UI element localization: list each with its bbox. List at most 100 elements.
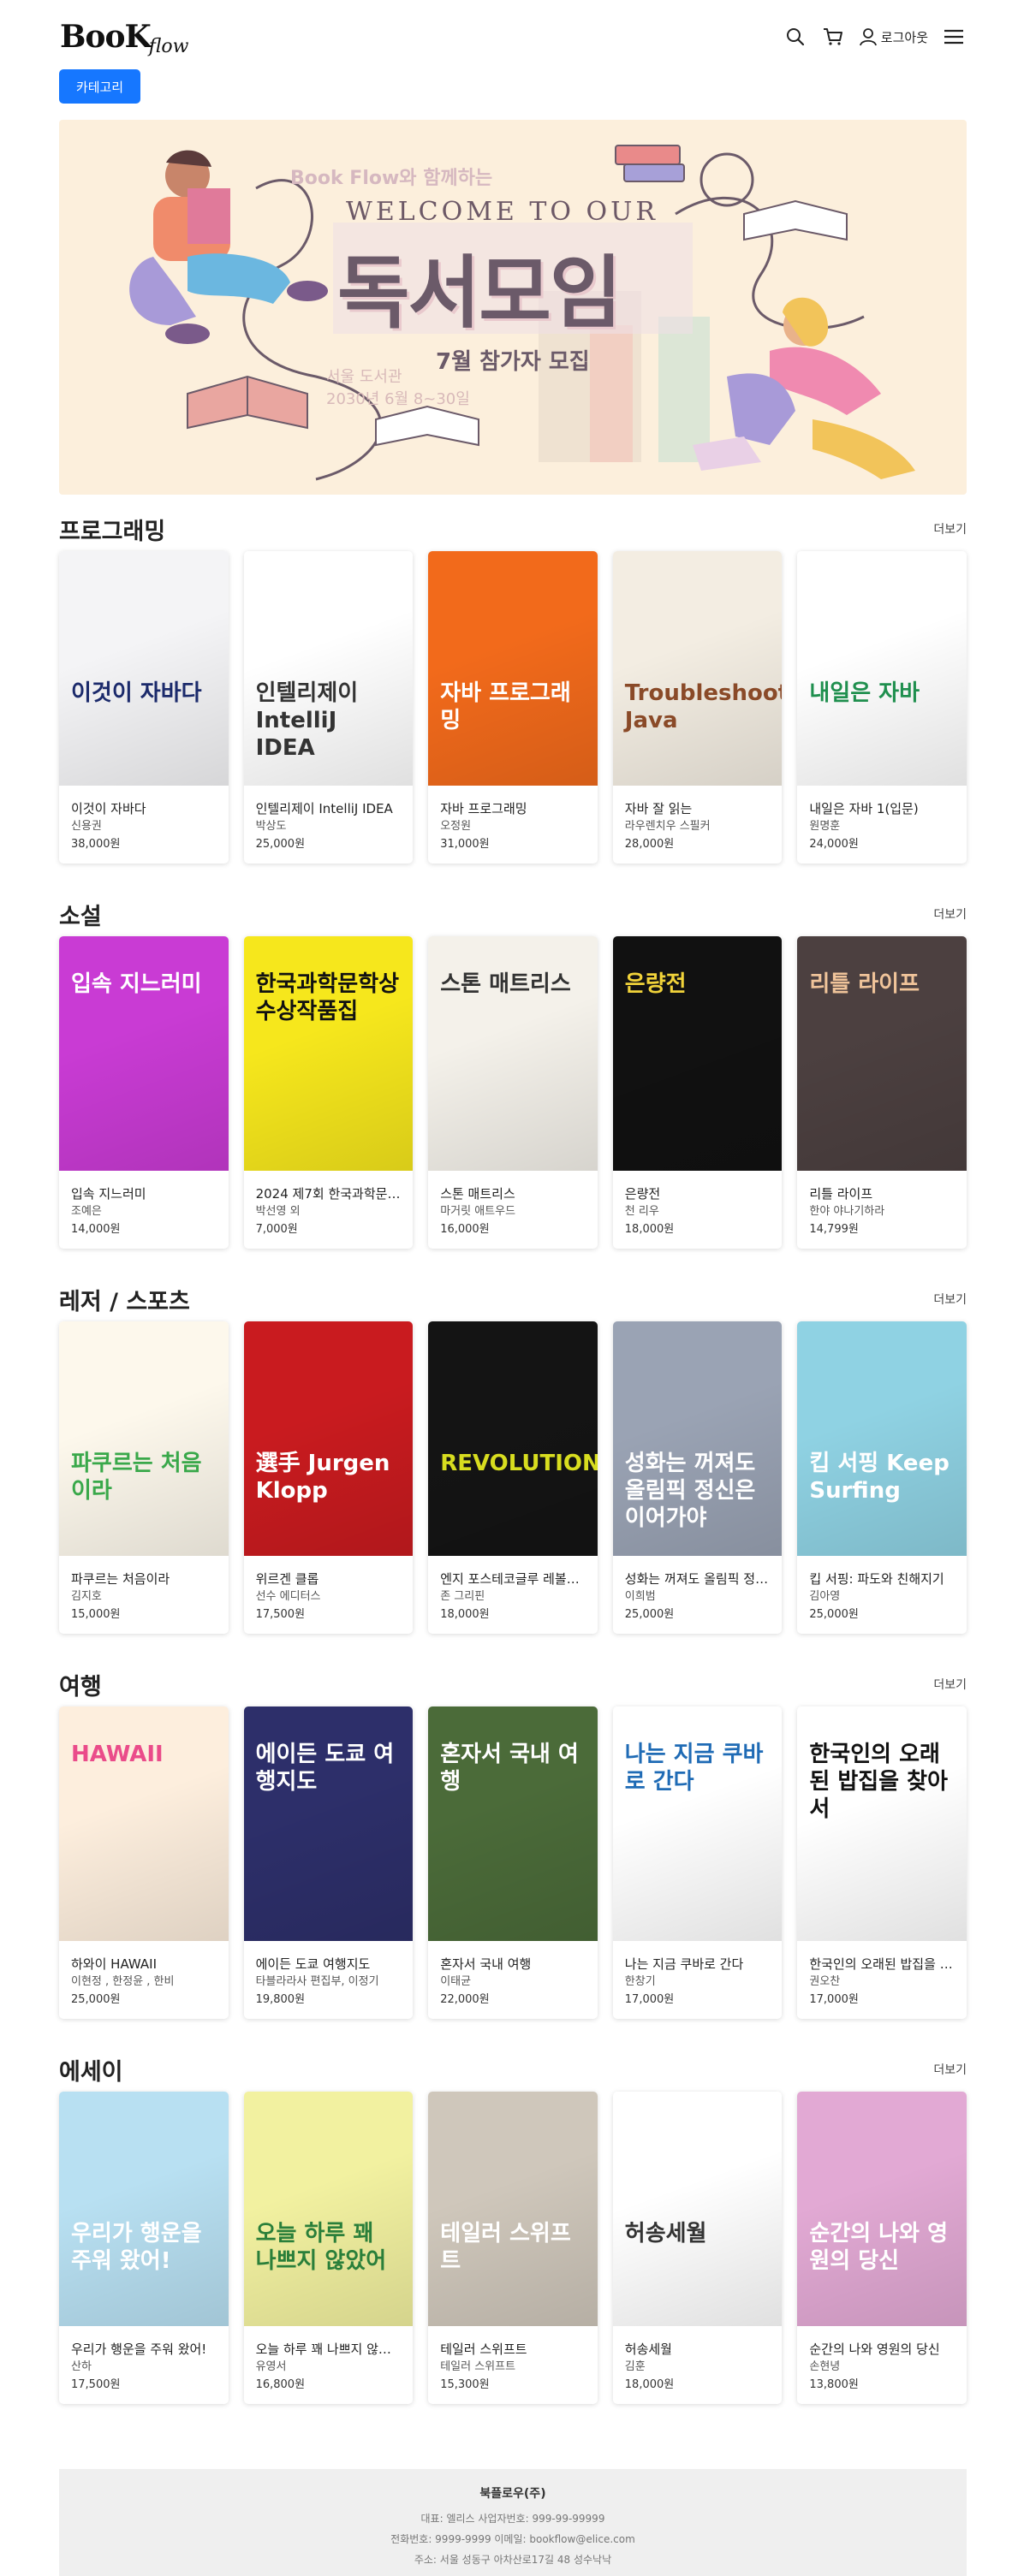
book-title: 입속 지느러미 bbox=[71, 1186, 146, 1202]
search-icon[interactable] bbox=[783, 25, 807, 49]
book-card[interactable]: 한국인의 오래된 밥집을 찾아서한국인의 오래된 밥집을 찾아서권오찬17,00… bbox=[797, 1706, 967, 2019]
logo[interactable]: BooK flow bbox=[60, 19, 189, 57]
book-card[interactable]: 자바 프로그래밍 자바 프로그래밍 오정원 31,000원 bbox=[428, 551, 598, 864]
section-programming: 프로그래밍 더보기 이것이 자바다 이것이 자바다 신용권 38,000원 인텔리제이 In… bbox=[59, 512, 967, 864]
cover-title-text: 우리가 행운을 주워 왔어! bbox=[71, 2221, 202, 2274]
book-price: 17,000원 bbox=[809, 1993, 859, 2006]
cover-title-text: 인텔리제이 IntelliJ IDEA bbox=[255, 680, 359, 761]
book-price: 25,000원 bbox=[255, 838, 306, 851]
book-author: 마거릿 애트우드 bbox=[440, 1205, 516, 1218]
section-essay: 에세이 더보기 우리가 행운을 주워 왔어! 우리가 행운을 주워 왔어! 산하 17,5… bbox=[59, 2052, 967, 2404]
category-button[interactable]: 카테고리 bbox=[59, 69, 140, 104]
menu-icon[interactable] bbox=[942, 25, 966, 49]
book-cover: REVOLUTION bbox=[428, 1321, 598, 1556]
logo-sub-text: flow bbox=[148, 36, 189, 57]
book-info: 자바 프로그래밍 오정원 31,000원 bbox=[428, 786, 598, 854]
cover-shade bbox=[428, 551, 598, 786]
book-cover: 입속 지느러미 bbox=[59, 936, 229, 1171]
book-author: 김지호 bbox=[71, 1590, 102, 1603]
book-author: 타블라라사 편집부, 이정기 bbox=[255, 1975, 379, 1988]
more-link[interactable]: 더보기 bbox=[933, 2061, 967, 2078]
more-link[interactable]: 더보기 bbox=[933, 1291, 967, 1308]
book-info: 입속 지느러미 조예은 14,000원 bbox=[59, 1171, 229, 1239]
book-list: 이것이 자바다 이것이 자바다 신용권 38,000원 인텔리제이 IntelliJ I… bbox=[59, 551, 967, 864]
cover-title-text: 킵 서핑 Keep Surfing bbox=[809, 1451, 949, 1504]
book-author: 유영서 bbox=[255, 2360, 287, 2373]
more-link[interactable]: 더보기 bbox=[933, 1676, 967, 1693]
user-icon bbox=[859, 28, 877, 46]
book-info: 은량전 천 리우 18,000원 bbox=[613, 1171, 783, 1239]
book-card[interactable]: 리틀 라이프 리틀 라이프 한야 야나기하라 14,799원 bbox=[797, 936, 967, 1249]
section-header: 프로그래밍 더보기 bbox=[59, 512, 967, 546]
cover-title-text: 오늘 하루 꽤 나쁘지 않았어 bbox=[255, 2221, 387, 2274]
book-author: 천 리우 bbox=[624, 1205, 659, 1218]
book-price: 13,800원 bbox=[809, 2378, 859, 2391]
book-cover: 허송세월 bbox=[612, 2092, 783, 2326]
section-title: 에세이 bbox=[59, 2058, 123, 2086]
book-card[interactable]: 파쿠르는 처음이라 파쿠르는 처음이라 김지호 15,000원 bbox=[59, 1321, 229, 1634]
book-cover: 나는 지금 쿠바로 간다 bbox=[612, 1706, 783, 1941]
book-card[interactable]: Troubleshooting Java 자바 잘 읽는라우렌치우 스필커 28,0… bbox=[612, 551, 783, 864]
book-card[interactable]: 테일러 스위프트 테일러 스위프트 테일러 스위프트 15,300원 bbox=[428, 2092, 598, 2404]
book-cover: 자바 프로그래밍 bbox=[428, 551, 598, 786]
book-title: 나는 지금 쿠바로 간다 bbox=[624, 1956, 744, 1972]
banner-welcome: WELCOME TO OUR bbox=[346, 197, 658, 227]
book-card[interactable]: 은량전은량전 천 리우 18,000원 bbox=[612, 936, 783, 1249]
cover-title-text: REVOLUTION bbox=[440, 1451, 598, 1476]
book-title: 리틀 라이프 bbox=[809, 1186, 873, 1202]
book-info: 2024 제7회 한국과학문학상 수상작품집박선영 외 7,000원 bbox=[244, 1171, 414, 1239]
book-card[interactable]: 나는 지금 쿠바로 간다 나는 지금 쿠바로 간다 한창기 17,000원 bbox=[612, 1706, 783, 2019]
book-card[interactable]: 내일은 자바 내일은 자바 1(입문) 원명훈 24,000원 bbox=[797, 551, 967, 864]
book-card[interactable]: 選手 Jurgen Klopp 위르겐 클롭 선수 에디터스 17,500원 bbox=[243, 1321, 414, 1634]
book-price: 25,000원 bbox=[624, 1608, 675, 1621]
book-card[interactable]: 우리가 행운을 주워 왔어! 우리가 행운을 주워 왔어! 산하 17,500원 bbox=[59, 2092, 229, 2404]
more-link[interactable]: 더보기 bbox=[933, 905, 967, 923]
cover-title-text: 은량전 bbox=[624, 971, 687, 997]
logout-button[interactable]: 로그아웃 bbox=[859, 27, 928, 46]
book-card[interactable]: REVOLUTION 엔지 포스테코글루 레볼루션 존 그리핀 18,000원 bbox=[428, 1321, 598, 1634]
hero-banner[interactable]: Book Flow와 함께하는 WELCOME TO OUR 독서모임 7월 참… bbox=[59, 120, 967, 495]
book-title: 내일은 자바 1(입문) bbox=[809, 801, 919, 816]
book-price: 28,000원 bbox=[624, 838, 675, 851]
book-cover: 순간의 나와 영원의 당신 bbox=[797, 2092, 967, 2326]
book-card[interactable]: 오늘 하루 꽤 나쁘지 않았어 오늘 하루 꽤 나쁘지 않았어 유영서 16,800원 bbox=[243, 2092, 414, 2404]
book-card[interactable]: 에이든 도쿄 여행지도 에이든 도쿄 여행지도 타블라라사 편집부, 이정기 19,8… bbox=[243, 1706, 414, 2019]
cover-title-text: 리틀 라이프 bbox=[809, 971, 920, 997]
book-card[interactable]: 입속 지느러미 입속 지느러미 조예은 14,000원 bbox=[59, 936, 229, 1249]
book-card[interactable]: 이것이 자바다 이것이 자바다 신용권 38,000원 bbox=[59, 551, 229, 864]
book-cover: 은량전 bbox=[612, 936, 783, 1171]
book-card[interactable]: 킵 서핑 Keep Surfing 킵 서핑: 파도와 친해지기 김아영 25,000… bbox=[797, 1321, 967, 1634]
book-author: 라우렌치우 스필커 bbox=[624, 820, 711, 833]
book-info: 성화는 꺼져도 올림픽 정신은 이어가야이희범 25,000원 bbox=[613, 1556, 783, 1624]
more-link[interactable]: 더보기 bbox=[933, 520, 967, 537]
book-author: 이현정 , 한정윤 , 한비 bbox=[71, 1975, 175, 1988]
book-price: 15,000원 bbox=[71, 1608, 121, 1621]
section-title: 소설 bbox=[59, 903, 102, 930]
cart-icon[interactable] bbox=[821, 25, 845, 49]
book-card[interactable]: 허송세월 허송세월 김훈 18,000원 bbox=[612, 2092, 783, 2404]
book-info: 나는 지금 쿠바로 간다 한창기 17,000원 bbox=[613, 1941, 783, 2009]
book-price: 22,000원 bbox=[440, 1993, 490, 2006]
cover-title-text: 이것이 자바다 bbox=[71, 680, 202, 706]
book-title: 자바 잘 읽는 bbox=[624, 801, 693, 816]
book-card[interactable]: 한국과학문학상 수상작품집 2024 제7회 한국과학문학상 수상작품집박선영 외… bbox=[243, 936, 414, 1249]
cover-shade bbox=[797, 2092, 967, 2326]
book-title: 파쿠르는 처음이라 bbox=[71, 1571, 170, 1587]
logout-label: 로그아웃 bbox=[880, 29, 928, 45]
book-price: 24,000원 bbox=[809, 838, 859, 851]
book-author: 원명훈 bbox=[809, 820, 841, 833]
book-list: HAWAII 하와이 HAWAII 이현정 , 한정윤 , 한비 25,000원 에이든… bbox=[59, 1706, 967, 2019]
footer-line-contact: 전화번호: 9999-9999 이메일: bookflow@elice.com bbox=[390, 2533, 635, 2545]
book-author: 산하 bbox=[71, 2360, 92, 2373]
book-card[interactable]: 성화는 꺼져도 올림픽 정신은 이어가야성화는 꺼져도 올림픽 정신은 이어가야… bbox=[612, 1321, 783, 1634]
banner-date: 2030년 6월 8~30일 bbox=[326, 390, 470, 408]
book-card[interactable]: 순간의 나와 영원의 당신 순간의 나와 영원의 당신 손현녕 13,800원 bbox=[797, 2092, 967, 2404]
book-card[interactable]: 혼자서 국내 여행 혼자서 국내 여행 이태균 22,000원 bbox=[428, 1706, 598, 2019]
cover-title-text: 순간의 나와 영원의 당신 bbox=[809, 2221, 948, 2274]
book-card[interactable]: 스톤 매트리스 스톤 매트리스 마거릿 애트우드 16,000원 bbox=[428, 936, 598, 1249]
cover-title-text: 스톤 매트리스 bbox=[440, 971, 571, 997]
book-card[interactable]: 인텔리제이 IntelliJ IDEA 인텔리제이 IntelliJ IDEA 박상… bbox=[243, 551, 414, 864]
book-card[interactable]: HAWAII 하와이 HAWAII 이현정 , 한정윤 , 한비 25,000원 bbox=[59, 1706, 229, 2019]
cover-title-text: 파쿠르는 처음이라 bbox=[71, 1451, 202, 1504]
cover-shade bbox=[59, 551, 229, 786]
